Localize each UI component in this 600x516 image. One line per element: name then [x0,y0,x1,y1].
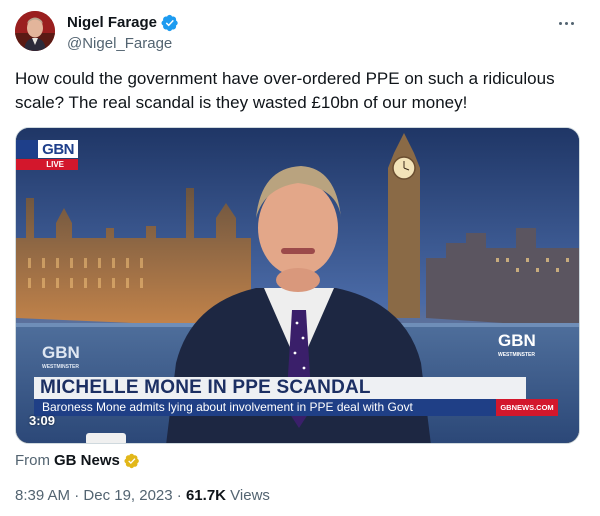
verified-check-icon [161,14,178,32]
meta-separator: · [74,487,80,504]
chyron-subheadline: Baroness Mone admits lying about involve… [34,399,496,416]
display-name[interactable]: Nigel Farage [67,13,179,33]
source-name[interactable]: GB News [54,451,120,471]
source-prefix: From [15,452,50,469]
channel-logo-bar [16,140,38,158]
tweet-text: How could the government have over-order… [15,69,555,112]
live-badge: LIVE [16,159,78,170]
tweet-time[interactable]: 8:39 AM [15,487,70,504]
gold-verified-icon [124,453,139,469]
screen-logo: GBN [498,331,536,350]
desk-logo-sub: WESTMINSTER [42,364,79,370]
views-label: Views [230,487,270,504]
more-options-button[interactable] [553,13,579,33]
chyron-headline: MICHELLE MONE IN PPE SCANDAL [34,377,526,399]
video-duration: 3:09 [29,413,56,428]
channel-logo-text: GBN [42,140,74,158]
tweet-meta: 8:39 AM · Dec 19, 2023 · 61.7K Views [15,486,270,506]
video-player[interactable]: GBN WESTMINSTER GBN WESTMINSTER GBN LIVE… [15,127,580,444]
chyron-url-tag: GBNEWS.COM [496,399,558,416]
tweet-header: Nigel Farage @Nigel_Farage [15,11,585,55]
screen-logo-sub: WESTMINSTER [498,352,535,358]
media-source: From GB News [15,451,140,471]
meta-separator: · [176,487,182,504]
desk-logo: GBN [42,343,80,362]
more-dots-icon [558,21,562,25]
channel-logo: GBN [16,140,78,158]
tweet-date[interactable]: Dec 19, 2023 [83,487,172,504]
author-handle[interactable]: @Nigel_Farage [67,34,179,54]
author-names: Nigel Farage @Nigel_Farage [67,13,179,54]
avatar[interactable] [15,11,55,51]
more-dot [564,21,568,25]
author-name[interactable]: Nigel Farage [67,13,157,33]
more-dot [570,21,574,25]
views-count: 61.7K [185,487,226,504]
